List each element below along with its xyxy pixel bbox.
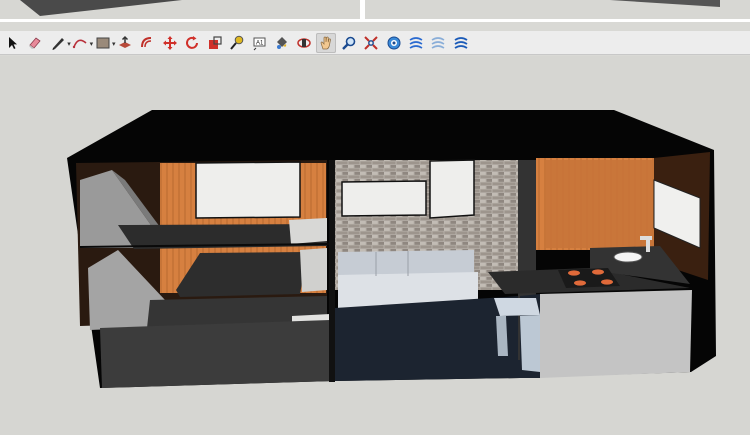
eraser-icon[interactable] xyxy=(25,33,45,53)
rotate-icon[interactable] xyxy=(182,33,202,53)
svg-text:A1: A1 xyxy=(256,40,264,46)
share-model-icon[interactable] xyxy=(451,33,471,53)
warehouse-icon[interactable] xyxy=(406,33,426,53)
extension-warehouse-icon[interactable] xyxy=(428,33,448,53)
scale-icon[interactable] xyxy=(205,33,225,53)
top-viewport-strip xyxy=(0,0,750,22)
sink xyxy=(613,251,643,263)
bed-base xyxy=(100,320,333,388)
rectangle-shape-icon[interactable]: ▾ xyxy=(93,33,116,53)
pencil-line-icon[interactable]: ▾ xyxy=(48,33,71,53)
tiny-house-model xyxy=(67,110,716,388)
kitchen-cabinet xyxy=(540,290,692,378)
push-pull-icon[interactable] xyxy=(115,33,135,53)
bedroom-window xyxy=(195,161,301,219)
geo-location-icon[interactable] xyxy=(384,33,404,53)
tape-measure-icon[interactable] xyxy=(227,33,247,53)
living-window-left xyxy=(341,180,427,217)
zoom-extents-icon[interactable] xyxy=(361,33,381,53)
offset-icon[interactable] xyxy=(137,33,157,53)
orbit-icon[interactable] xyxy=(294,33,314,53)
zoom-icon[interactable] xyxy=(339,33,359,53)
pan-icon[interactable] xyxy=(316,32,337,53)
previous-view-fragments xyxy=(20,0,720,16)
move-icon[interactable] xyxy=(160,33,180,53)
arc-icon[interactable]: ▾ xyxy=(70,33,93,53)
text-icon[interactable]: A1 xyxy=(249,33,269,53)
living-floor xyxy=(335,296,520,381)
living-window-right xyxy=(429,159,475,219)
main-toolbar: ▾ ▾ ▾ A1 xyxy=(0,31,750,55)
select-arrow-icon[interactable] xyxy=(3,33,23,53)
paint-bucket-icon[interactable] xyxy=(272,33,292,53)
3d-model-viewport[interactable] xyxy=(0,56,750,435)
